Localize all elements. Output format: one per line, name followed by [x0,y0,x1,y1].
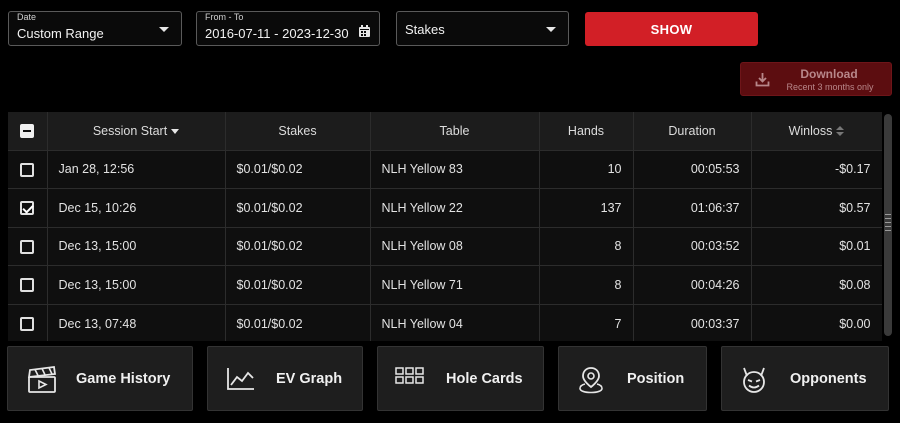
hole-cards-label: Hole Cards [446,371,523,387]
duration-cell: 00:03:37 [633,303,752,341]
grid-icon [395,367,424,384]
download-icon [755,73,770,87]
sort-icon [836,125,845,137]
sort-descending-icon [171,128,180,134]
session-start-cell: Dec 13, 15:00 [47,226,226,266]
download-button[interactable]: Download Recent 3 months only [740,62,892,96]
winloss-cell: $0.57 [751,188,882,227]
date-filter-select[interactable]: Date Custom Range [8,11,182,46]
table-row[interactable]: Dec 13, 07:48 $0.01/$0.02 NLH Yellow 04 … [8,303,882,341]
chevron-down-icon [159,27,169,32]
table-row[interactable]: Dec 13, 15:00 $0.01/$0.02 NLH Yellow 08 … [8,226,882,266]
clapperboard-icon [27,366,57,393]
row-checkbox[interactable] [20,162,35,177]
ev-graph-label: EV Graph [276,371,343,387]
map-pin-icon [579,367,603,394]
opponents-label: Opponents [790,371,867,387]
column-header-duration[interactable]: Duration [633,112,752,150]
column-header-hands[interactable]: Hands [539,112,634,150]
download-title: Download [800,67,858,81]
column-header-label: Session Start [92,123,168,138]
row-select-cell [8,226,48,266]
column-header-label: Winloss [788,123,833,138]
column-header-stakes[interactable]: Stakes [225,112,371,150]
winloss-cell: $0.00 [751,303,882,341]
date-filter-label: Date [17,12,37,22]
table-row[interactable]: Dec 13, 15:00 $0.01/$0.02 NLH Yellow 71 … [8,265,882,304]
hole-cards-button[interactable]: Hole Cards [377,346,544,411]
session-start-cell: Dec 15, 10:26 [47,188,226,227]
opponents-button[interactable]: Opponents [721,346,889,411]
duration-cell: 00:05:53 [633,149,752,189]
chevron-down-icon [546,27,556,32]
table-row[interactable]: Dec 15, 10:26 $0.01/$0.02 NLH Yellow 22 … [8,188,882,227]
table-row[interactable]: Jan 28, 12:56 $0.01/$0.02 NLH Yellow 83 … [8,149,882,189]
date-range-input[interactable]: From - To 2016-07-11 - 2023-12-30 [196,11,380,46]
row-checkbox[interactable] [20,201,35,216]
stakes-filter-value: Stakes [405,22,445,37]
session-start-cell: Dec 13, 07:48 [47,303,226,341]
winloss-cell: -$0.17 [751,149,882,189]
session-start-cell: Jan 28, 12:56 [47,149,226,189]
row-checkbox[interactable] [20,239,35,254]
hands-cell: 137 [539,188,634,227]
duration-cell: 01:06:37 [633,188,752,227]
select-all-checkbox[interactable] [20,124,35,139]
devil-face-icon [743,367,765,393]
row-select-cell [8,303,48,341]
row-select-cell [8,188,48,227]
stakes-filter-select[interactable]: Stakes [396,11,569,46]
table-name-cell: NLH Yellow 71 [370,265,540,304]
row-checkbox[interactable] [20,278,35,293]
show-button[interactable]: SHOW [585,12,758,46]
calendar-icon[interactable] [359,25,370,37]
table-name-cell: NLH Yellow 83 [370,149,540,189]
scrollbar-grip-icon [885,214,891,236]
game-history-label: Game History [76,371,171,387]
stakes-cell: $0.01/$0.02 [225,188,371,227]
row-select-cell [8,265,48,304]
duration-cell: 00:04:26 [633,265,752,304]
hands-cell: 10 [539,149,634,189]
row-select-cell [8,149,48,189]
sessions-table: Session Start Stakes Table Hands Duratio… [8,112,882,341]
column-header-session-start[interactable]: Session Start [47,112,226,150]
table-name-cell: NLH Yellow 22 [370,188,540,227]
table-header-row: Session Start Stakes Table Hands Duratio… [8,112,882,150]
winloss-cell: $0.01 [751,226,882,266]
duration-cell: 00:03:52 [633,226,752,266]
table-name-cell: NLH Yellow 08 [370,226,540,266]
ev-graph-button[interactable]: EV Graph [207,346,363,411]
position-label: Position [627,371,685,387]
line-chart-icon [227,368,254,390]
stakes-cell: $0.01/$0.02 [225,303,371,341]
date-range-value: 2016-07-11 - 2023-12-30 [205,26,349,41]
column-header-winloss[interactable]: Winloss [751,112,882,150]
stakes-cell: $0.01/$0.02 [225,149,371,189]
select-all-cell [8,112,48,150]
hands-cell: 7 [539,303,634,341]
column-header-table[interactable]: Table [370,112,540,150]
winloss-cell: $0.08 [751,265,882,304]
table-name-cell: NLH Yellow 04 [370,303,540,341]
stakes-cell: $0.01/$0.02 [225,226,371,266]
row-checkbox[interactable] [20,316,35,331]
stakes-cell: $0.01/$0.02 [225,265,371,304]
date-range-label: From - To [205,12,244,22]
hands-cell: 8 [539,265,634,304]
table-scrollbar[interactable] [884,112,892,338]
session-start-cell: Dec 13, 15:00 [47,265,226,304]
scrollbar-thumb[interactable] [884,114,892,336]
date-filter-value: Custom Range [17,26,104,41]
game-history-button[interactable]: Game History [7,346,193,411]
position-button[interactable]: Position [558,346,707,411]
hands-cell: 8 [539,226,634,266]
download-subtitle: Recent 3 months only [786,82,874,92]
